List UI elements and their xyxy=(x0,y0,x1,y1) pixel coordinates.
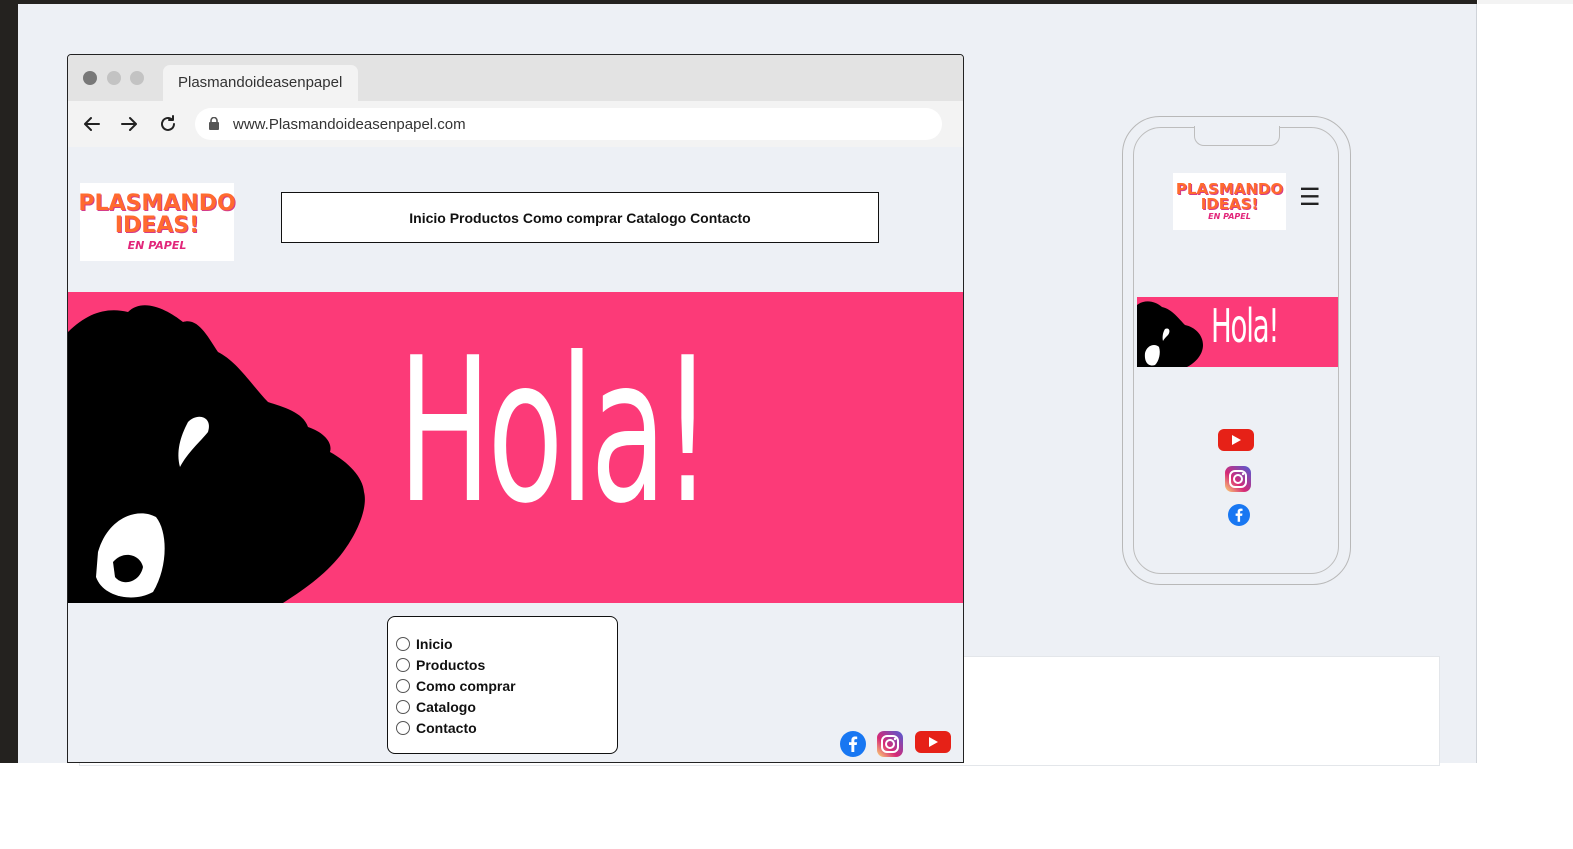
address-url: www.Plasmandoideasenpapel.com xyxy=(233,116,466,133)
radio-option-label: Contacto xyxy=(416,719,477,736)
mobile-instagram-icon[interactable] xyxy=(1225,466,1251,497)
radio-option-label: Como comprar xyxy=(416,677,516,694)
facebook-icon[interactable] xyxy=(840,731,866,762)
address-bar[interactable]: www.Plasmandoideasenpapel.com xyxy=(195,108,942,140)
browser-tab[interactable]: Plasmandoideasenpapel xyxy=(163,65,358,101)
left-edge-bar xyxy=(0,0,18,763)
logo-line-1: PLASMANDO xyxy=(78,190,236,216)
mobile-phone-mockup: PLASMANDO IDEAS! EN PAPEL ☰ Hola! xyxy=(1122,116,1351,585)
window-maximize-dot[interactable] xyxy=(130,71,144,85)
hero-greeting: Hola! xyxy=(398,315,712,548)
mobile-youtube-icon[interactable] xyxy=(1218,428,1254,457)
radio-button[interactable] xyxy=(396,657,410,672)
reload-icon[interactable] xyxy=(157,113,179,135)
mobile-dog-silhouette-image xyxy=(1137,301,1203,367)
radio-option-label: Catalogo xyxy=(416,698,476,715)
mobile-hero-greeting: Hola! xyxy=(1211,299,1279,353)
radio-button[interactable] xyxy=(396,720,410,735)
phone-notch xyxy=(1194,126,1280,146)
mobile-logo-line-3: EN PAPEL xyxy=(1208,212,1251,221)
radio-option[interactable]: Contacto xyxy=(396,717,617,738)
hero-banner: Hola! xyxy=(68,292,963,603)
mobile-logo-line-2: IDEAS! xyxy=(1200,195,1259,213)
window-minimize-dot[interactable] xyxy=(107,71,121,85)
radio-option[interactable]: Como comprar xyxy=(396,675,617,696)
instagram-icon[interactable] xyxy=(877,731,903,762)
dog-silhouette-image xyxy=(68,305,365,603)
logo-line-2: IDEAS! xyxy=(114,212,200,238)
browser-toolbar: www.Plasmandoideasenpapel.com xyxy=(68,101,963,147)
youtube-icon[interactable] xyxy=(915,729,951,760)
back-arrow-icon[interactable] xyxy=(81,113,103,135)
radio-button[interactable] xyxy=(396,678,410,693)
site-logo[interactable]: PLASMANDO IDEAS! EN PAPEL xyxy=(78,183,236,261)
radio-button[interactable] xyxy=(396,636,410,651)
window-close-dot[interactable] xyxy=(83,71,97,85)
desktop-browser-mockup: Plasmandoideasenpapel www.Plasmandoideas… xyxy=(67,54,964,763)
lock-icon xyxy=(208,116,220,130)
radio-option[interactable]: Inicio xyxy=(396,633,617,654)
browser-tab-bar: Plasmandoideasenpapel xyxy=(68,55,963,101)
radio-option[interactable]: Catalogo xyxy=(396,696,617,717)
radio-button[interactable] xyxy=(396,699,410,714)
hamburger-menu-icon[interactable]: ☰ xyxy=(1299,186,1321,210)
forward-arrow-icon[interactable] xyxy=(118,113,140,135)
phone-screen: PLASMANDO IDEAS! EN PAPEL ☰ Hola! xyxy=(1133,126,1339,574)
radio-option-label: Inicio xyxy=(416,635,453,652)
mobile-hero-banner: Hola! xyxy=(1137,297,1338,367)
radio-option-label: Productos xyxy=(416,656,486,673)
logo-line-3: EN PAPEL xyxy=(127,238,187,252)
radio-menu: Inicio Productos Como comprar Catalogo Conta… xyxy=(387,616,618,754)
top-navigation-bar[interactable]: Inicio Productos Como comprar Catalogo C… xyxy=(281,192,879,243)
right-edge-strip xyxy=(1478,0,1573,4)
design-canvas-stage: Plasmandoideasenpapel www.Plasmandoideas… xyxy=(0,0,1573,849)
radio-option[interactable]: Productos xyxy=(396,654,617,675)
mobile-site-logo[interactable]: PLASMANDO IDEAS! EN PAPEL xyxy=(1173,173,1286,230)
mobile-facebook-icon[interactable] xyxy=(1228,504,1250,531)
